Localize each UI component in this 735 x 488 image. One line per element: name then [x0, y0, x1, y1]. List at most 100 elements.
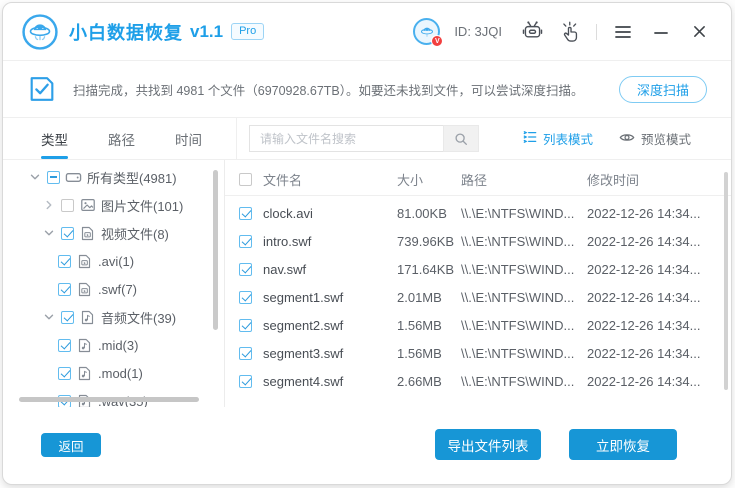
table-row[interactable]: nav.swf 171.64KB \\.\E:\NTFS\WIND... 202… — [225, 255, 731, 283]
table-row[interactable]: segment3.swf 1.56MB \\.\E:\NTFS\WIND... … — [225, 339, 731, 367]
table-vertical-scrollbar[interactable] — [724, 172, 728, 390]
chevron-right-icon[interactable] — [41, 198, 56, 213]
file-modified: 2022-12-26 14:34... — [587, 318, 713, 333]
tree-horizontal-scrollbar[interactable] — [19, 397, 199, 402]
tree-checkbox[interactable] — [47, 171, 60, 184]
table-row[interactable]: segment4.swf 2.66MB \\.\E:\NTFS\WIND... … — [225, 367, 731, 395]
title-bar: 小白数据恢复 v1.1 Pro V ID: 3JQI — [3, 3, 731, 61]
file-name: segment4.swf — [263, 374, 397, 389]
tree-checkbox[interactable] — [61, 311, 74, 324]
robot-assistant-icon[interactable] — [520, 20, 544, 44]
file-modified: 2022-12-26 14:34... — [587, 346, 713, 361]
file-size: 171.64KB — [397, 262, 461, 277]
recover-now-button[interactable]: 立即恢复 — [569, 429, 677, 460]
tree-item-label: 所有类型(4981) — [87, 168, 177, 187]
file-path: \\.\E:\NTFS\WIND... — [461, 206, 587, 221]
file-size: 739.96KB — [397, 234, 461, 249]
scan-status-bar: 扫描完成，共找到 4981 个文件（6970928.67TB）。如要还未找到文件… — [3, 61, 731, 118]
row-checkbox[interactable] — [239, 207, 252, 220]
tree-checkbox[interactable] — [58, 255, 71, 268]
app-window: 小白数据恢复 v1.1 Pro V ID: 3JQI — [2, 2, 732, 485]
tree-checkbox[interactable] — [61, 227, 74, 240]
file-path: \\.\E:\NTFS\WIND... — [461, 318, 587, 333]
minimize-icon[interactable] — [649, 20, 673, 44]
row-checkbox[interactable] — [239, 347, 252, 360]
table-row[interactable]: intro.swf 739.96KB \\.\E:\NTFS\WIND... 2… — [225, 227, 731, 255]
footer-bar: 返回 导出文件列表 立即恢复 — [3, 407, 731, 484]
file-size: 2.66MB — [397, 374, 461, 389]
chevron-down-icon[interactable] — [41, 310, 56, 325]
export-file-list-button[interactable]: 导出文件列表 — [435, 429, 541, 460]
tab-type[interactable]: 类型 — [41, 118, 68, 159]
audio-file-icon — [76, 337, 93, 354]
row-checkbox[interactable] — [239, 263, 252, 276]
tree-item-label: .mid(3) — [98, 338, 138, 353]
tree-item[interactable]: .mid(3) — [3, 331, 224, 359]
deep-scan-button[interactable]: 深度扫描 — [619, 76, 707, 103]
tree-checkbox[interactable] — [61, 199, 74, 212]
file-name: segment1.swf — [263, 290, 397, 305]
file-size: 1.56MB — [397, 318, 461, 333]
file-path: \\.\E:\NTFS\WIND... — [461, 346, 587, 361]
video-file-icon — [79, 225, 96, 242]
table-row[interactable]: segment1.swf 2.01MB \\.\E:\NTFS\WIND... … — [225, 283, 731, 311]
eye-icon — [619, 131, 635, 147]
column-filename: 文件名 — [263, 170, 397, 189]
row-checkbox[interactable] — [239, 291, 252, 304]
tree-item[interactable]: .mod(1) — [3, 359, 224, 387]
file-modified: 2022-12-26 14:34... — [587, 234, 713, 249]
file-size: 2.01MB — [397, 290, 461, 305]
toolbar: 类型 路径 时间 列表模式 — [3, 118, 731, 160]
video-file-icon — [76, 281, 93, 298]
file-modified: 2022-12-26 14:34... — [587, 290, 713, 305]
file-path: \\.\E:\NTFS\WIND... — [461, 290, 587, 305]
chevron-down-icon[interactable] — [27, 170, 42, 185]
tree-item[interactable]: 音频文件(39) — [3, 303, 224, 331]
close-icon[interactable] — [687, 20, 711, 44]
file-size: 81.00KB — [397, 206, 461, 221]
tree-checkbox[interactable] — [58, 339, 71, 352]
tree-item-label: .swf(7) — [98, 282, 137, 297]
search-button[interactable] — [443, 125, 479, 152]
tree-item-label: 图片文件(101) — [101, 196, 183, 215]
chevron-down-icon[interactable] — [41, 226, 56, 241]
audio-file-icon — [76, 365, 93, 382]
image-file-icon — [79, 197, 96, 214]
tree-item[interactable]: 图片文件(101) — [3, 191, 224, 219]
menu-icon[interactable] — [611, 20, 635, 44]
app-title: 小白数据恢复 — [69, 19, 183, 45]
table-row[interactable]: segment2.swf 1.56MB \\.\E:\NTFS\WIND... … — [225, 311, 731, 339]
select-all-checkbox[interactable] — [239, 173, 252, 186]
file-path: \\.\E:\NTFS\WIND... — [461, 262, 587, 277]
tree-item[interactable]: .avi(1) — [3, 247, 224, 275]
search-input[interactable] — [249, 125, 443, 152]
tab-time[interactable]: 时间 — [175, 118, 202, 159]
audio-file-icon — [79, 309, 96, 326]
tree-item-label: 视频文件(8) — [101, 224, 169, 243]
list-mode-toggle[interactable]: 列表模式 — [523, 129, 593, 148]
tree-checkbox[interactable] — [58, 283, 71, 296]
file-name: nav.swf — [263, 262, 397, 277]
tree-item[interactable]: .swf(7) — [3, 275, 224, 303]
column-path: 路径 — [461, 170, 587, 189]
column-modified: 修改时间 — [587, 170, 713, 189]
row-checkbox[interactable] — [239, 235, 252, 248]
user-avatar[interactable]: V — [413, 18, 440, 45]
app-logo-icon — [21, 13, 59, 51]
preview-mode-toggle[interactable]: 预览模式 — [619, 129, 691, 148]
tab-path[interactable]: 路径 — [108, 118, 135, 159]
hand-click-icon[interactable] — [558, 20, 582, 44]
row-checkbox[interactable] — [239, 375, 252, 388]
back-button[interactable]: 返回 — [41, 433, 101, 457]
tree-item[interactable]: 视频文件(8) — [3, 219, 224, 247]
tree-item[interactable]: 所有类型(4981) — [3, 163, 224, 191]
file-modified: 2022-12-26 14:34... — [587, 206, 713, 221]
row-checkbox[interactable] — [239, 319, 252, 332]
file-table: 文件名 大小 路径 修改时间 clock.avi 81.00KB \\.\E:\… — [225, 160, 731, 407]
tree-checkbox[interactable] — [58, 367, 71, 380]
table-row[interactable]: clock.avi 81.00KB \\.\E:\NTFS\WIND... 20… — [225, 199, 731, 227]
scan-result-message: 扫描完成，共找到 4981 个文件（6970928.67TB）。如要还未找到文件… — [73, 80, 584, 99]
file-path: \\.\E:\NTFS\WIND... — [461, 374, 587, 389]
file-name: segment2.swf — [263, 318, 397, 333]
tree-vertical-scrollbar[interactable] — [213, 170, 218, 330]
